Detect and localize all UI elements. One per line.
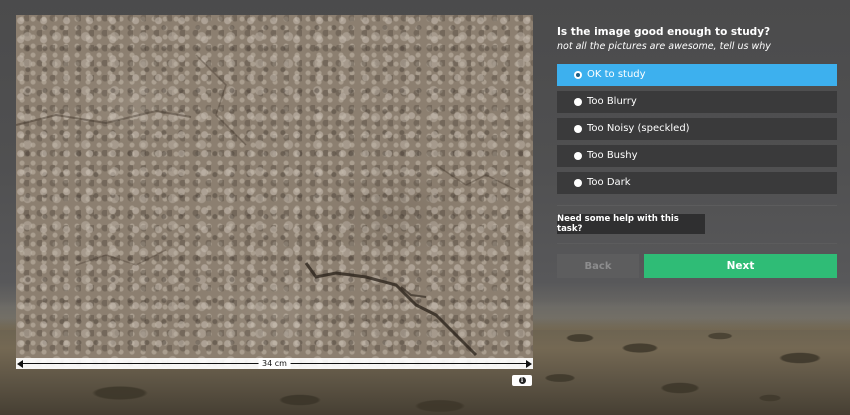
radio-icon (574, 98, 582, 106)
divider (557, 205, 837, 206)
arrow-right-icon (526, 360, 532, 368)
option-label: Too Noisy (speckled) (587, 123, 690, 134)
option-ok-to-study[interactable]: OK to study (557, 64, 837, 86)
image-info-button[interactable]: i (512, 375, 532, 386)
arrow-left-icon (17, 360, 23, 368)
task-question: Is the image good enough to study? (557, 26, 771, 38)
scale-bar: 34 cm (16, 358, 533, 369)
option-too-bushy[interactable]: Too Bushy (557, 145, 837, 167)
divider (557, 243, 837, 244)
option-label: OK to study (587, 69, 646, 80)
option-label: Too Blurry (587, 96, 637, 107)
help-button[interactable]: Need some help with this task? (557, 214, 705, 234)
info-icon: i (518, 377, 526, 384)
radio-icon (574, 71, 582, 79)
option-too-noisy[interactable]: Too Noisy (speckled) (557, 118, 837, 140)
option-too-dark[interactable]: Too Dark (557, 172, 837, 194)
soil-crack-graphic (16, 54, 517, 357)
task-panel: Is the image good enough to study? not a… (557, 25, 837, 278)
back-button[interactable]: Back (557, 254, 639, 278)
radio-icon (574, 152, 582, 160)
next-button[interactable]: Next (644, 254, 837, 278)
scale-label: 34 cm (258, 358, 291, 369)
radio-icon (574, 125, 582, 133)
option-too-blurry[interactable]: Too Blurry (557, 91, 837, 113)
task-subtitle: not all the pictures are awesome, tell u… (557, 41, 771, 52)
option-label: Too Bushy (587, 150, 638, 161)
subject-photo (16, 15, 533, 369)
option-label: Too Dark (587, 177, 631, 188)
radio-icon (574, 179, 582, 187)
